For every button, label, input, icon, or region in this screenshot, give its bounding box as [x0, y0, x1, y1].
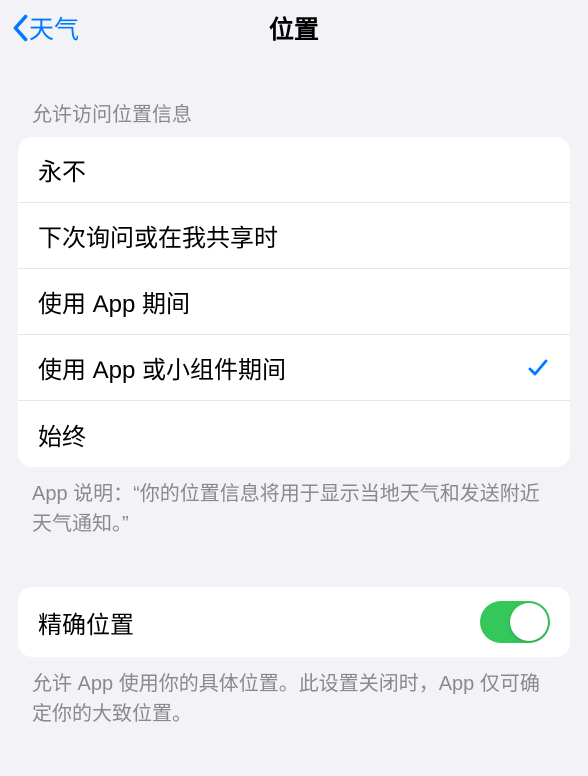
- spacer: [0, 539, 588, 587]
- option-ask-next-time[interactable]: 下次询问或在我共享时: [18, 203, 570, 269]
- precise-location-label: 精确位置: [38, 605, 134, 640]
- page-title: 位置: [0, 10, 588, 46]
- location-access-group: 永不 下次询问或在我共享时 使用 App 期间 使用 App 或小组件期间 始终: [18, 137, 570, 467]
- navbar: 天气 位置: [0, 0, 588, 56]
- precise-location-cell: 精确位置: [18, 587, 570, 657]
- chevron-left-icon: [12, 14, 29, 42]
- section-footer-app-explanation: App 说明：“你的位置信息将用于显示当地天气和发送附近天气通知。”: [0, 467, 588, 539]
- option-label: 永不: [38, 152, 86, 187]
- option-label: 下次询问或在我共享时: [38, 218, 278, 253]
- toggle-knob: [510, 603, 548, 641]
- option-label: 始终: [38, 417, 86, 452]
- section-header-location-access: 允许访问位置信息: [0, 56, 588, 137]
- option-while-using-app[interactable]: 使用 App 期间: [18, 269, 570, 335]
- back-label: 天气: [29, 10, 79, 46]
- precise-location-group: 精确位置: [18, 587, 570, 657]
- option-while-using-app-or-widgets[interactable]: 使用 App 或小组件期间: [18, 335, 570, 401]
- section-footer-precise-location: 允许 App 使用你的具体位置。此设置关闭时，App 仅可确定你的大致位置。: [0, 657, 588, 729]
- option-label: 使用 App 或小组件期间: [38, 350, 286, 385]
- precise-location-toggle[interactable]: [480, 601, 550, 643]
- checkmark-icon: [526, 356, 550, 380]
- back-button[interactable]: 天气: [8, 8, 83, 48]
- option-always[interactable]: 始终: [18, 401, 570, 467]
- option-never[interactable]: 永不: [18, 137, 570, 203]
- option-label: 使用 App 期间: [38, 284, 190, 319]
